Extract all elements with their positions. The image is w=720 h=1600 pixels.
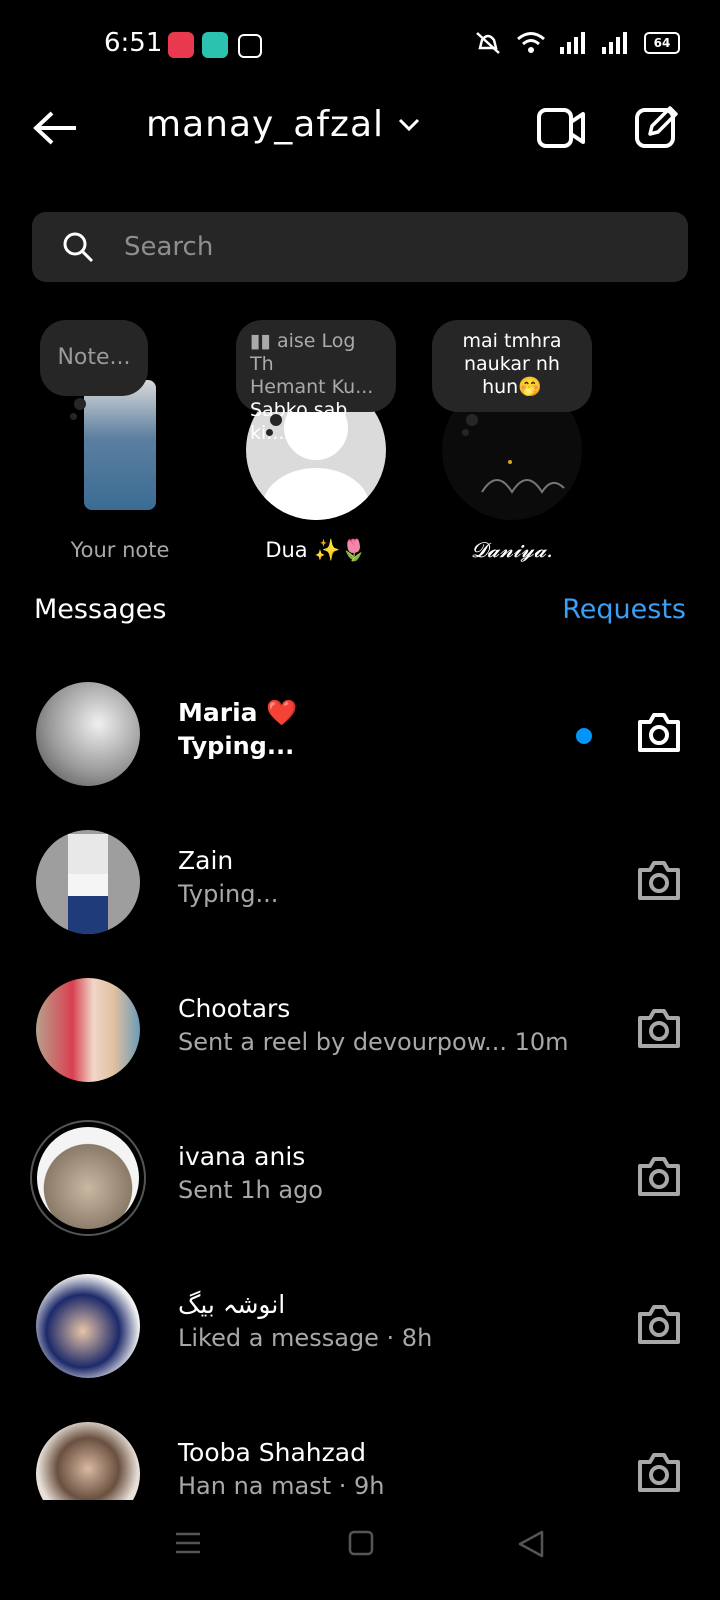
avatar (36, 830, 140, 934)
requests-link[interactable]: Requests (562, 594, 686, 625)
conversation-row[interactable]: Chootars Sent a reel by devourpow... 10m (0, 956, 720, 1104)
note-bubble: ▮▮ aise Log Th Hemant Ku... Sabko sab ki… (236, 320, 396, 444)
conversation-name: ivana anis (178, 1142, 306, 1171)
note-music-line: ▮▮ aise Log Th (250, 330, 356, 375)
avatar (36, 978, 140, 1082)
notes-row: Note... Your note ▮▮ aise Log Th Hemant … (0, 320, 720, 570)
conversation-name: Tooba Shahzad (178, 1438, 366, 1467)
battery-icon: 64 (644, 32, 680, 54)
account-switcher[interactable]: manay_afzal (146, 104, 420, 145)
own-avatar (84, 380, 156, 510)
video-call-icon[interactable] (536, 106, 586, 150)
signal-icon-2 (602, 32, 627, 54)
avatar (36, 682, 140, 786)
mute-icon (476, 32, 500, 54)
note-own[interactable]: Note... Your note (30, 320, 210, 570)
note-bubble: mai tmhra naukar nh hun🤭 (432, 320, 592, 436)
chevron-down-icon (398, 118, 420, 131)
search-bar[interactable] (32, 212, 688, 282)
note-bubble: Note... (40, 320, 148, 420)
conversation-row[interactable]: ivana anis Sent 1h ago (0, 1104, 720, 1252)
camera-icon[interactable] (636, 858, 682, 902)
conversation-preview: Typing... (178, 732, 295, 760)
messages-title: Messages (34, 594, 167, 625)
status-time: 6:51 (104, 28, 163, 58)
search-icon (63, 232, 94, 263)
conversation-preview: Liked a message · 8h (178, 1324, 433, 1352)
conversation-name: Maria ❤️ (178, 698, 298, 727)
conversation-row[interactable]: Zain Typing... (0, 808, 720, 956)
note-label: Dua ✨🌷 (265, 538, 367, 562)
conversation-name: Zain (178, 846, 234, 875)
conversation-preview: Han na mast · 9h (178, 1472, 385, 1500)
avatar (37, 1127, 139, 1229)
avatar (36, 1274, 140, 1378)
note-dua[interactable]: ▮▮ aise Log Th Hemant Ku... Sabko sab ki… (226, 320, 406, 570)
status-bar: 6:51 64 (0, 0, 720, 90)
chat-app-icon (202, 32, 228, 58)
camera-icon[interactable] (636, 1006, 682, 1050)
instagram-icon (238, 34, 262, 58)
screen-recorder-icon (168, 32, 194, 58)
note-daniya[interactable]: mai tmhra naukar nh hun🤭 𝓓𝓪𝓷𝓲𝔂𝓪. (422, 320, 602, 570)
search-input[interactable] (122, 231, 626, 263)
avatar-story-ring (30, 1120, 146, 1236)
conversation-row[interactable]: Maria ❤️ Typing... (0, 660, 720, 808)
note-label: Your note (70, 538, 170, 562)
camera-icon[interactable] (636, 1450, 682, 1494)
camera-icon[interactable] (636, 1302, 682, 1346)
wifi-icon (517, 32, 545, 53)
conversation-preview: Sent 1h ago (178, 1176, 323, 1204)
home-icon[interactable] (348, 1530, 374, 1556)
conversation-preview: Sent a reel by devourpow... 10m (178, 1028, 569, 1056)
camera-icon[interactable] (636, 1154, 682, 1198)
note-label: 𝓓𝓪𝓷𝓲𝔂𝓪. (471, 538, 553, 562)
camera-icon[interactable] (636, 710, 682, 754)
unread-indicator (576, 728, 592, 744)
conversation-name: انوشہ بیگ (178, 1290, 286, 1319)
signal-icon (560, 32, 585, 54)
conversation-preview: Typing... (178, 880, 279, 908)
new-message-icon[interactable] (634, 104, 680, 150)
username-label: manay_afzal (146, 104, 385, 145)
menu-icon[interactable] (174, 1530, 202, 1556)
system-nav-bar (0, 1500, 720, 1600)
conversation-row[interactable]: انوشہ بیگ Liked a message · 8h (0, 1252, 720, 1400)
back-icon[interactable] (518, 1530, 544, 1558)
conversation-name: Chootars (178, 994, 291, 1023)
music-icon: ▮▮ (250, 330, 277, 352)
app-header: manay_afzal (0, 88, 720, 168)
back-arrow-icon[interactable] (32, 110, 78, 146)
messages-header: Messages Requests (34, 594, 686, 634)
